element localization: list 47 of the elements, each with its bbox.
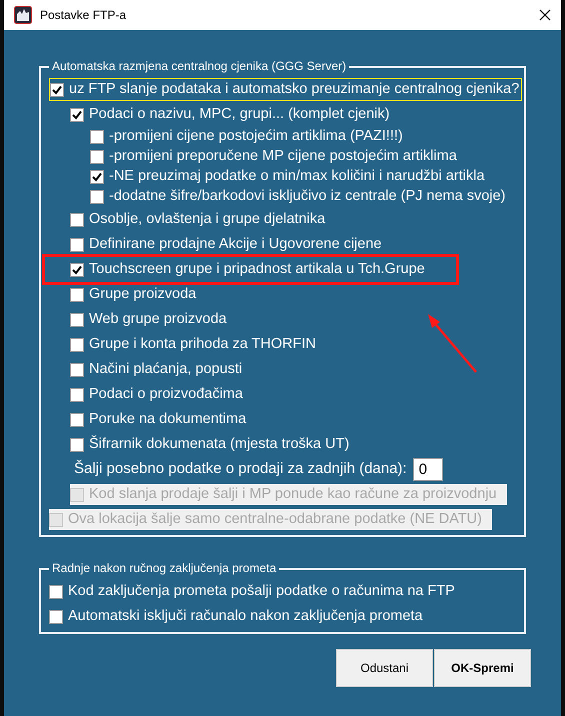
- field-label: Šalji posebno podatke o prodaji za zadnjih (dana):: [74, 458, 407, 480]
- option-label: Grupe proizvoda: [89, 284, 196, 304]
- cancel-button[interactable]: Odustani: [336, 649, 433, 687]
- option-label: Podaci o proizvođačima: [89, 384, 243, 404]
- app-icon: [14, 6, 32, 24]
- checkbox[interactable]: [70, 238, 84, 252]
- checkbox[interactable]: [70, 108, 84, 122]
- option-label: Web grupe proizvoda: [89, 310, 227, 329]
- checkbox[interactable]: [70, 288, 84, 302]
- checkbox[interactable]: [50, 82, 64, 96]
- option-label: Šifrarnik dokumenata (mjesta troška UT): [89, 434, 350, 454]
- option-label: uz FTP slanje podataka i automatsko preuzimanje centralnog cjenika?: [69, 80, 520, 99]
- option-label: Načini plaćanja, popusti: [89, 360, 242, 379]
- checkbox[interactable]: [70, 262, 84, 276]
- checkbox[interactable]: [90, 150, 104, 164]
- checkbox[interactable]: [49, 610, 63, 624]
- checkbox[interactable]: [70, 388, 84, 402]
- group-legend: Radnje nakon ručnog zaključenja prometa: [49, 561, 280, 575]
- days-field[interactable]: 0: [412, 458, 443, 481]
- checkbox[interactable]: [90, 130, 104, 144]
- checkbox[interactable]: [70, 362, 84, 376]
- checkbox[interactable]: [70, 438, 84, 452]
- option-label: -NE preuzimaj podatke o min/max količini i narudžbi artikla: [109, 167, 485, 186]
- option-label: Automatski isključi računalo nakon zaključenja prometa: [68, 606, 423, 626]
- checkbox[interactable]: [90, 170, 104, 184]
- window-title: Postavke FTP-a: [40, 7, 126, 24]
- group-legend: Automatska razmjena centralnog cjenika (GGG Server): [49, 59, 350, 73]
- checkbox[interactable]: [70, 312, 84, 326]
- checkbox[interactable]: [90, 190, 104, 204]
- option-label: Osoblje, ovlaštenja i grupe djelatnika: [89, 210, 326, 229]
- ok-button[interactable]: OK-Spremi: [434, 649, 531, 687]
- option-label: Kod slanja prodaje šalji i MP ponude kao račune za proizvodnju: [89, 484, 497, 504]
- option-label: Definirane prodajne Akcije i Ugovorene cijene: [89, 234, 382, 254]
- option-label: -promijeni cijene postojećim artiklima (PAZI!!!): [109, 127, 403, 146]
- checkbox[interactable]: [70, 412, 84, 426]
- option-label: -promijeni preporučene MP cijene postojećim artiklima: [109, 147, 457, 166]
- option-label: -dodatne šifre/barkodovi isključivo iz centrale (PJ nema svoje): [109, 187, 506, 206]
- checkbox[interactable]: [49, 584, 63, 598]
- checkbox[interactable]: [70, 338, 84, 352]
- option-label: Touchscreen grupe i pripadnost artikala u Tch.Grupe: [89, 260, 425, 279]
- option-label: Kod zaključenja prometa pošalji podatke o računima na FTP: [68, 582, 455, 601]
- option-label: Ova lokacija šalje samo centralne-odabrane podatke (NE DATU): [68, 510, 482, 529]
- option-label: Podaci o nazivu, MPC, grupi... (komplet cjenik): [89, 104, 390, 124]
- close-icon[interactable]: [539, 9, 551, 21]
- checkbox[interactable]: [70, 212, 84, 226]
- option-label: Poruke na dokumentima: [89, 410, 246, 429]
- option-label: Grupe i konta prihoda za THORFIN: [89, 334, 316, 354]
